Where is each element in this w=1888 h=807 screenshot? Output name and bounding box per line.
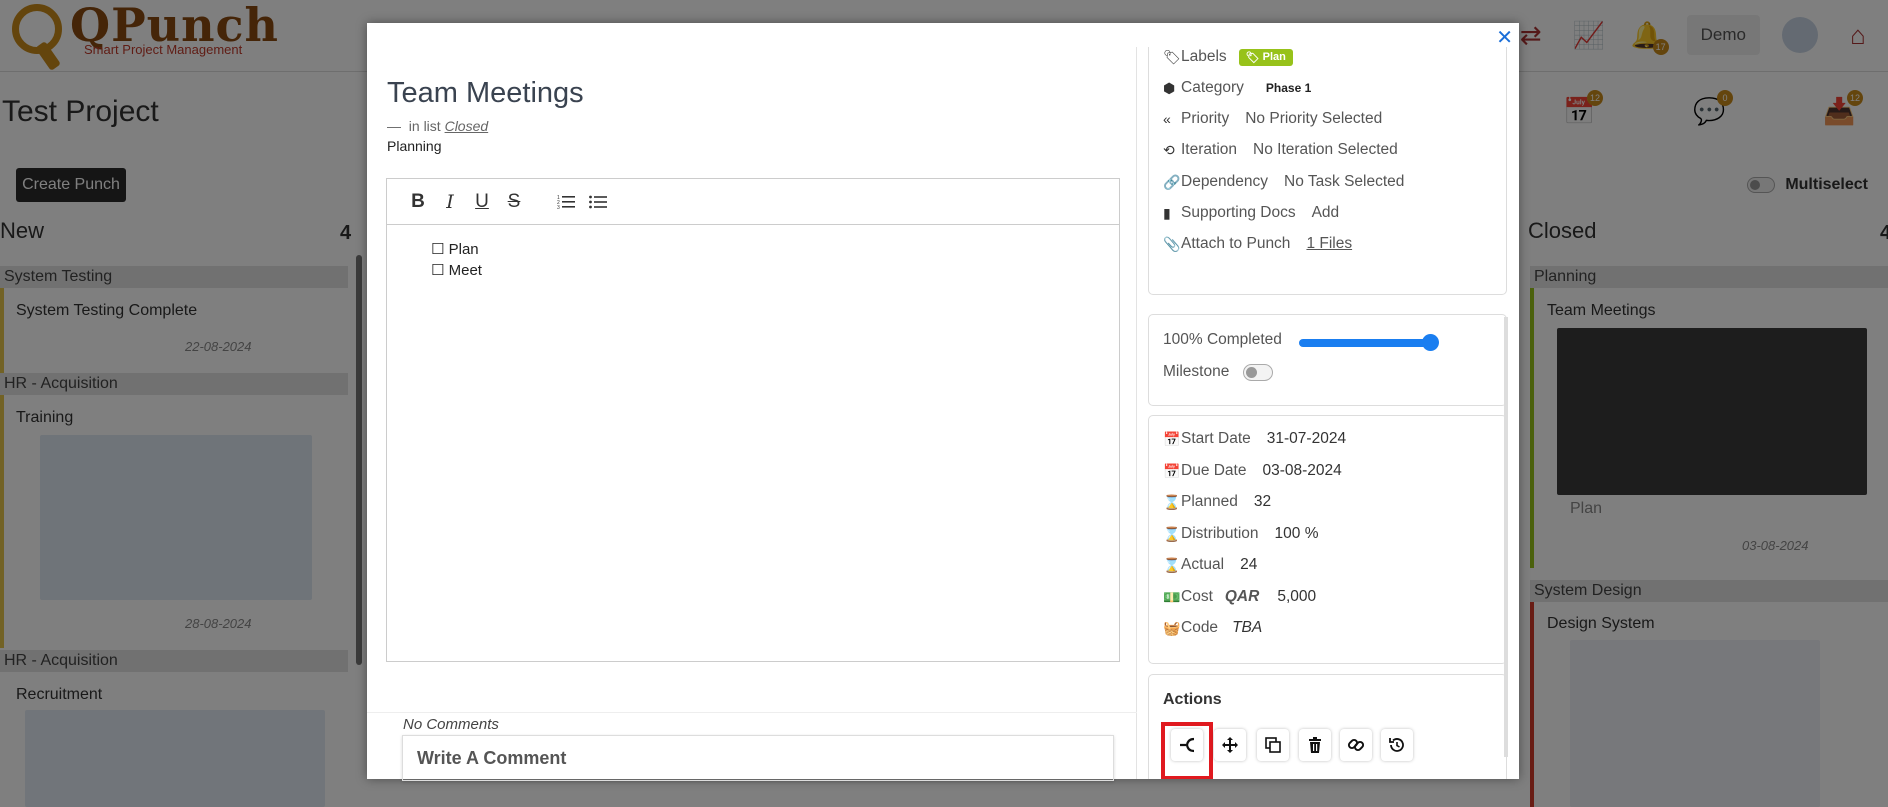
dependency-value[interactable]: No Task Selected xyxy=(1284,173,1404,191)
actual-value[interactable]: 24 xyxy=(1240,556,1257,574)
due-date-value[interactable]: 03-08-2024 xyxy=(1262,462,1341,480)
attached-files-link[interactable]: 1 Files xyxy=(1306,235,1352,253)
planned-row: ⌛ Planned 32 xyxy=(1163,493,1272,511)
checklist-item[interactable]: ☐ Plan xyxy=(431,239,1119,260)
add-docs-link[interactable]: Add xyxy=(1312,204,1340,222)
schedule-panel: 📅 Start Date 31-07-2024 📅 Due Date 03-08… xyxy=(1148,415,1507,664)
supporting-docs-row: ▮ Supporting Docs Add xyxy=(1163,204,1340,222)
no-comments-text: No Comments xyxy=(403,716,499,733)
planned-value[interactable]: 32 xyxy=(1254,493,1271,511)
milestone-toggle[interactable] xyxy=(1243,363,1274,381)
task-details-pane: 🏷 Labels 🏷 Plan ⬢ Category Phase 1 « Pri… xyxy=(1142,47,1508,779)
bold-button[interactable]: B xyxy=(403,187,433,217)
iteration-row: ⟲ Iteration No Iteration Selected xyxy=(1163,141,1398,159)
details-scrollbar[interactable] xyxy=(1504,317,1508,757)
task-title[interactable]: Team Meetings xyxy=(387,77,584,110)
repeat-icon: ⟲ xyxy=(1163,141,1175,158)
progress-slider-handle[interactable] xyxy=(1422,334,1439,351)
underline-button[interactable]: U xyxy=(467,187,497,217)
editor-toolbar: B I U S 123 xyxy=(387,179,1119,225)
category-row: ⬢ Category Phase 1 xyxy=(1163,79,1312,96)
italic-button[interactable]: I xyxy=(435,187,465,217)
hourglass-icon: ⌛ xyxy=(1163,525,1181,542)
editor-content[interactable]: ☐ Plan ☐ Meet xyxy=(387,225,1119,281)
basket-icon: 🧺 xyxy=(1163,619,1181,636)
cost-value[interactable]: 5,000 xyxy=(1277,588,1316,606)
task-group: Planning xyxy=(387,138,442,154)
actions-title: Actions xyxy=(1163,691,1222,708)
history-icon[interactable] xyxy=(1381,729,1413,761)
split-icon[interactable] xyxy=(1171,729,1203,761)
cost-row: 💵 Cost QAR 5,000 xyxy=(1163,588,1317,606)
calendar-check-icon: 📅 xyxy=(1163,430,1181,447)
strikethrough-button[interactable]: S xyxy=(499,187,529,217)
svg-text:3: 3 xyxy=(557,205,560,210)
hourglass-icon: ⌛ xyxy=(1163,556,1181,573)
cost-currency[interactable]: QAR xyxy=(1225,588,1259,606)
label-tag-plan[interactable]: 🏷 Plan xyxy=(1238,48,1293,66)
category-value[interactable]: Phase 1 xyxy=(1266,81,1311,95)
attach-row: 📎 Attach to Punch 1 Files xyxy=(1163,235,1353,253)
dependency-row: 🔗 Dependency No Task Selected xyxy=(1163,173,1405,191)
actions-panel: Actions xyxy=(1148,674,1507,779)
priority-row: « Priority No Priority Selected xyxy=(1163,110,1383,128)
ordered-list-icon[interactable]: 123 xyxy=(551,187,581,217)
comment-input[interactable]: Write A Comment xyxy=(402,735,1114,781)
hourglass-icon: ⌛ xyxy=(1163,493,1181,510)
task-main-pane: Team Meetings — in list Closed Planning … xyxy=(367,47,1137,781)
iteration-value[interactable]: No Iteration Selected xyxy=(1253,141,1398,159)
priority-value[interactable]: No Priority Selected xyxy=(1245,110,1382,128)
start-date-row: 📅 Start Date 31-07-2024 xyxy=(1163,430,1347,448)
checklist-item[interactable]: ☐ Meet xyxy=(431,260,1119,281)
progress-panel: 100% Completed Milestone xyxy=(1148,314,1507,406)
description-editor[interactable]: B I U S 123 ☐ Plan ☐ Meet xyxy=(386,178,1120,662)
move-icon[interactable] xyxy=(1214,729,1246,761)
paperclip-icon: 📎 xyxy=(1163,235,1181,252)
actual-row: ⌛ Actual 24 xyxy=(1163,556,1258,574)
link-icon: 🔗 xyxy=(1163,173,1181,190)
distribution-row: ⌛ Distribution 100 % xyxy=(1163,525,1319,543)
link-icon[interactable] xyxy=(1340,729,1372,761)
trash-icon[interactable] xyxy=(1299,729,1331,761)
copy-icon[interactable] xyxy=(1257,729,1289,761)
code-row: 🧺 Code TBA xyxy=(1163,619,1263,637)
start-date-value[interactable]: 31-07-2024 xyxy=(1267,430,1346,448)
milestone-row: Milestone xyxy=(1163,363,1274,381)
distribution-value[interactable]: 100 % xyxy=(1275,525,1319,543)
task-detail-modal: ✕ Team Meetings — in list Closed Plannin… xyxy=(367,23,1519,781)
details-panel: 🏷 Labels 🏷 Plan ⬢ Category Phase 1 « Pri… xyxy=(1148,47,1507,295)
money-icon: 💵 xyxy=(1163,588,1181,605)
code-value[interactable]: TBA xyxy=(1232,619,1262,637)
labels-row: 🏷 Labels 🏷 Plan xyxy=(1163,48,1293,66)
list-link[interactable]: Closed xyxy=(445,118,489,134)
due-date-row: 📅 Due Date 03-08-2024 xyxy=(1163,462,1342,480)
progress-slider[interactable] xyxy=(1299,339,1435,347)
task-list-info: — in list Closed xyxy=(387,118,489,134)
calendar-check-icon: 📅 xyxy=(1163,462,1181,479)
cube-icon: ⬢ xyxy=(1163,79,1176,96)
file-icon: ▮ xyxy=(1163,204,1171,221)
tags-icon: 🏷 xyxy=(1163,48,1181,65)
progress-label: 100% Completed xyxy=(1163,331,1282,348)
double-chevron-up-icon: « xyxy=(1163,111,1171,127)
bullet-list-icon[interactable] xyxy=(583,187,613,217)
